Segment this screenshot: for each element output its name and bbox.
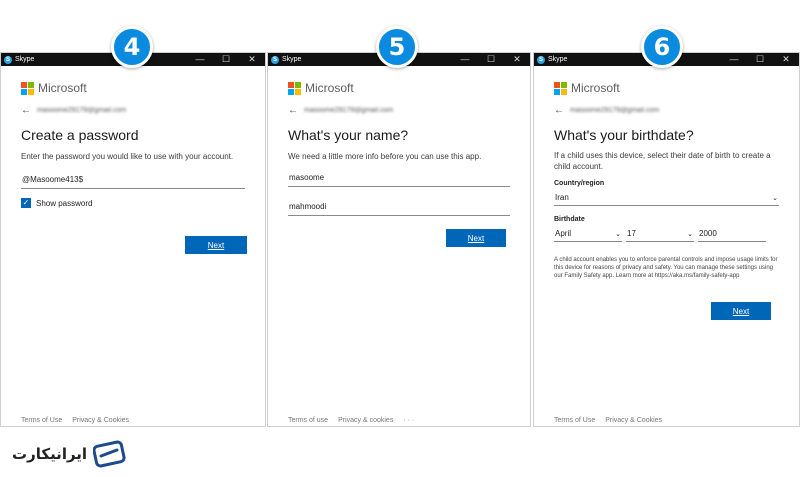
page-description: If a child uses this device, select thei… (554, 151, 771, 171)
country-value: Iran (555, 193, 569, 202)
minimize-button[interactable]: — (721, 53, 747, 66)
page-title: Create a password (21, 127, 139, 143)
show-password-label: Show password (36, 198, 93, 208)
child-account-notice: A child account enables you to enforce p… (554, 257, 778, 279)
microsoft-grid-icon (21, 81, 34, 95)
skype-window-create-password: S Skype — ☐ ✕ Microsoft ← masoome29179@g… (0, 52, 266, 427)
account-email: masoome29179@gmail.com (37, 107, 127, 114)
terms-link[interactable]: Terms of Use (21, 417, 62, 424)
country-label: Country/region (554, 180, 605, 187)
step-badge-6: 6 (641, 26, 683, 68)
skype-window-birthdate: S Skype — ☐ ✕ Microsoft ← masoome29179@g… (533, 52, 800, 427)
page-description: We need a little more info before you ca… (288, 152, 482, 161)
microsoft-wordmark: Microsoft (571, 81, 620, 95)
minimize-button[interactable]: — (187, 53, 213, 66)
step-badge-5: 5 (376, 26, 418, 68)
day-value: 17 (627, 229, 636, 238)
page-title: What's your birthdate? (554, 127, 694, 143)
show-password-checkbox[interactable]: ✓ Show password (21, 198, 245, 208)
last-name-input[interactable]: mahmoodi (288, 199, 510, 216)
chevron-down-icon: ⌄ (687, 230, 693, 238)
watermark-text: ایرانیکارت (12, 445, 88, 463)
day-select[interactable]: 17 ⌄ (626, 226, 694, 242)
account-email: masoome29179@gmail.com (304, 107, 394, 114)
close-button[interactable]: ✕ (773, 53, 799, 66)
microsoft-logo: Microsoft (21, 81, 245, 95)
next-button[interactable]: Next (185, 236, 247, 254)
microsoft-grid-icon (554, 81, 567, 95)
year-select[interactable]: 2000 (698, 226, 766, 242)
maximize-button[interactable]: ☐ (478, 53, 504, 66)
chevron-down-icon: ⌄ (615, 230, 621, 238)
window-title: Skype (282, 56, 302, 63)
back-arrow-icon[interactable]: ← (288, 105, 298, 116)
page-description: Enter the password you would like to use… (21, 152, 234, 161)
country-select[interactable]: Iran ⌄ (554, 190, 779, 206)
next-button[interactable]: Next (446, 229, 506, 247)
terms-link[interactable]: Terms of Use (554, 417, 595, 424)
skype-window-name: S Skype — ☐ ✕ Microsoft ← masoome29179@g… (267, 52, 531, 427)
birthdate-label: Birthdate (554, 216, 585, 223)
password-input[interactable]: @Masoome413$ (21, 172, 245, 189)
watermark-logo: ایرانیکارت (12, 440, 127, 468)
month-value: April (555, 229, 572, 238)
minimize-button[interactable]: — (452, 53, 478, 66)
skype-logo-icon: S (537, 55, 545, 64)
back-arrow-icon[interactable]: ← (554, 105, 564, 116)
account-email: masoome29179@gmail.com (570, 107, 660, 114)
maximize-button[interactable]: ☐ (213, 53, 239, 66)
microsoft-wordmark: Microsoft (38, 81, 87, 95)
card-logo-icon (93, 440, 126, 468)
microsoft-wordmark: Microsoft (305, 81, 354, 95)
privacy-link[interactable]: Privacy & Cookies (72, 417, 129, 424)
skype-logo-icon: S (271, 55, 279, 64)
page-title: What's your name? (288, 127, 409, 143)
month-select[interactable]: April ⌄ (554, 226, 622, 242)
next-button[interactable]: Next (711, 302, 771, 320)
window-title: Skype (548, 56, 568, 63)
close-button[interactable]: ✕ (239, 53, 265, 66)
privacy-link[interactable]: Privacy & Cookies (605, 417, 662, 424)
more-options-icon[interactable]: · · · (403, 417, 414, 424)
chevron-down-icon: ⌄ (772, 194, 778, 202)
terms-link[interactable]: Terms of use (288, 417, 328, 424)
maximize-button[interactable]: ☐ (747, 53, 773, 66)
first-name-input[interactable]: masoome (288, 170, 510, 187)
step-badge-4: 4 (111, 26, 153, 68)
skype-logo-icon: S (4, 55, 12, 64)
privacy-link[interactable]: Privacy & cookies (338, 417, 393, 424)
close-button[interactable]: ✕ (504, 53, 530, 66)
microsoft-logo: Microsoft (288, 81, 510, 95)
checkmark-icon: ✓ (21, 198, 31, 208)
back-arrow-icon[interactable]: ← (21, 105, 31, 116)
window-title: Skype (15, 56, 35, 63)
year-value: 2000 (699, 229, 717, 238)
microsoft-logo: Microsoft (554, 81, 779, 95)
microsoft-grid-icon (288, 81, 301, 95)
